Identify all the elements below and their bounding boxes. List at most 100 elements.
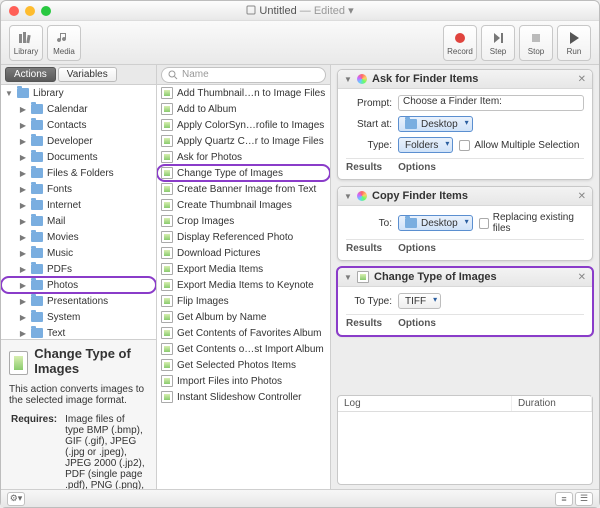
close-icon[interactable]: ✕ — [578, 272, 586, 283]
to-type-popup[interactable]: TIFF — [398, 293, 441, 309]
window-edited: — Edited — [300, 5, 345, 17]
duration-column-header[interactable]: Duration — [512, 396, 592, 411]
view-log-button[interactable]: ☰ — [575, 492, 593, 506]
to-popup[interactable]: Desktop — [398, 215, 473, 231]
folder-icon — [405, 218, 417, 228]
action-item[interactable]: Export Media Items — [157, 261, 330, 277]
replace-checkbox[interactable]: Replacing existing files — [479, 212, 584, 234]
folder-icon — [405, 119, 417, 129]
action-item[interactable]: Display Referenced Photo — [157, 229, 330, 245]
prompt-input[interactable]: Choose a Finder Item: — [398, 95, 584, 111]
photo-icon — [357, 271, 369, 283]
action-item[interactable]: Flip Images — [157, 293, 330, 309]
action-item[interactable]: Add to Album — [157, 101, 330, 117]
library-item[interactable]: ▶Fonts — [1, 181, 156, 197]
run-button[interactable]: Run — [557, 25, 591, 61]
stop-button[interactable]: Stop — [519, 25, 553, 61]
photo-icon — [161, 295, 173, 307]
action-item[interactable]: Apply ColorSyn…rofile to Images — [157, 117, 330, 133]
photo-icon — [161, 151, 173, 163]
folder-icon — [31, 104, 43, 114]
photo-icon — [161, 391, 173, 403]
options-tab[interactable]: Options — [398, 318, 436, 329]
folder-icon — [31, 264, 43, 274]
close-icon[interactable]: ✕ — [578, 74, 586, 85]
photo-icon — [161, 343, 173, 355]
photo-icon — [161, 231, 173, 243]
workflow-step-ask-finder[interactable]: ▼ Ask for Finder Items ✕ Prompt: Choose … — [337, 69, 593, 180]
disclosure-icon[interactable]: ▼ — [344, 273, 352, 282]
library-item[interactable]: ▶Developer — [1, 133, 156, 149]
titlebar: Untitled — Edited ▾ — [1, 1, 599, 21]
action-item[interactable]: Crop Images — [157, 213, 330, 229]
results-tab[interactable]: Results — [346, 162, 382, 173]
library-item[interactable]: ▶Documents — [1, 149, 156, 165]
library-item[interactable]: ▶Contacts — [1, 117, 156, 133]
action-item[interactable]: Change Type of Images — [157, 165, 330, 181]
options-tab[interactable]: Options — [398, 162, 436, 173]
workflow-step-copy-finder[interactable]: ▼ Copy Finder Items ✕ To: Desktop Replac… — [337, 186, 593, 261]
options-tab[interactable]: Options — [398, 243, 436, 254]
log-panel: Log Duration — [337, 395, 593, 485]
results-tab[interactable]: Results — [346, 318, 382, 329]
start-at-popup[interactable]: Desktop — [398, 116, 473, 132]
record-button[interactable]: Record — [443, 25, 477, 61]
action-item[interactable]: Create Banner Image from Text — [157, 181, 330, 197]
library-root[interactable]: ▼Library — [1, 85, 156, 101]
action-item[interactable]: Export Media Items to Keynote — [157, 277, 330, 293]
desc-summary: This action converts images to the selec… — [9, 384, 148, 406]
photo-icon — [161, 279, 173, 291]
folder-icon — [31, 200, 43, 210]
gear-menu[interactable]: ⚙︎▾ — [7, 492, 25, 506]
results-tab[interactable]: Results — [346, 243, 382, 254]
photo-icon — [161, 183, 173, 195]
disclosure-icon[interactable]: ▼ — [344, 75, 352, 84]
folder-icon — [31, 216, 43, 226]
action-item[interactable]: Get Selected Photos Items — [157, 357, 330, 373]
action-item[interactable]: Instant Slideshow Controller — [157, 389, 330, 405]
type-popup[interactable]: Folders — [398, 137, 453, 153]
library-button[interactable]: Library — [9, 25, 43, 61]
action-item[interactable]: Import Files into Photos — [157, 373, 330, 389]
gear-icon: ⚙︎ — [10, 493, 18, 504]
step-button[interactable]: Step — [481, 25, 515, 61]
folder-icon — [17, 88, 29, 98]
disclosure-icon[interactable]: ▼ — [344, 192, 352, 201]
photo-icon — [161, 327, 173, 339]
media-button[interactable]: Media — [47, 25, 81, 61]
library-item[interactable]: ▶Calendar — [1, 101, 156, 117]
close-icon[interactable]: ✕ — [578, 191, 586, 202]
workflow-canvas[interactable]: ▼ Ask for Finder Items ✕ Prompt: Choose … — [331, 65, 599, 395]
action-item[interactable]: Add Thumbnail…n to Image Files — [157, 85, 330, 101]
library-item[interactable]: ▶Movies — [1, 229, 156, 245]
action-item[interactable]: Get Contents o…st Import Album — [157, 341, 330, 357]
action-item[interactable]: Apply Quartz C…r to Image Files — [157, 133, 330, 149]
workflow-step-change-type[interactable]: ▼ Change Type of Images ✕ To Type: TIFF … — [337, 267, 593, 336]
library-item[interactable]: ▶Mail — [1, 213, 156, 229]
search-input[interactable]: Name — [161, 67, 326, 83]
library-item[interactable]: ▶Photos — [1, 277, 156, 293]
folder-icon — [31, 296, 43, 306]
tab-actions[interactable]: Actions — [5, 67, 56, 82]
allow-multiple-checkbox[interactable]: Allow Multiple Selection — [459, 140, 579, 151]
action-item[interactable]: Get Contents of Favorites Album — [157, 325, 330, 341]
library-item[interactable]: ▶PDFs — [1, 261, 156, 277]
library-tree[interactable]: ▼Library▶Calendar▶Contacts▶Developer▶Doc… — [1, 85, 156, 339]
action-item[interactable]: Create Thumbnail Images — [157, 197, 330, 213]
library-item[interactable]: ▶Internet — [1, 197, 156, 213]
log-column-header[interactable]: Log — [338, 396, 512, 411]
library-item[interactable]: ▶Files & Folders — [1, 165, 156, 181]
folder-icon — [31, 152, 43, 162]
library-item[interactable]: ▶System — [1, 309, 156, 325]
action-item[interactable]: Ask for Photos — [157, 149, 330, 165]
tab-variables[interactable]: Variables — [58, 67, 117, 82]
library-item[interactable]: ▶Music — [1, 245, 156, 261]
library-item[interactable]: ▶Text — [1, 325, 156, 339]
desc-title: Change Type of Images — [34, 346, 148, 376]
view-flow-button[interactable]: ≡ — [555, 492, 573, 506]
photo-icon — [161, 103, 173, 115]
action-item[interactable]: Download Pictures — [157, 245, 330, 261]
actions-list[interactable]: Add Thumbnail…n to Image FilesAdd to Alb… — [157, 85, 330, 489]
library-item[interactable]: ▶Presentations — [1, 293, 156, 309]
action-item[interactable]: Get Album by Name — [157, 309, 330, 325]
